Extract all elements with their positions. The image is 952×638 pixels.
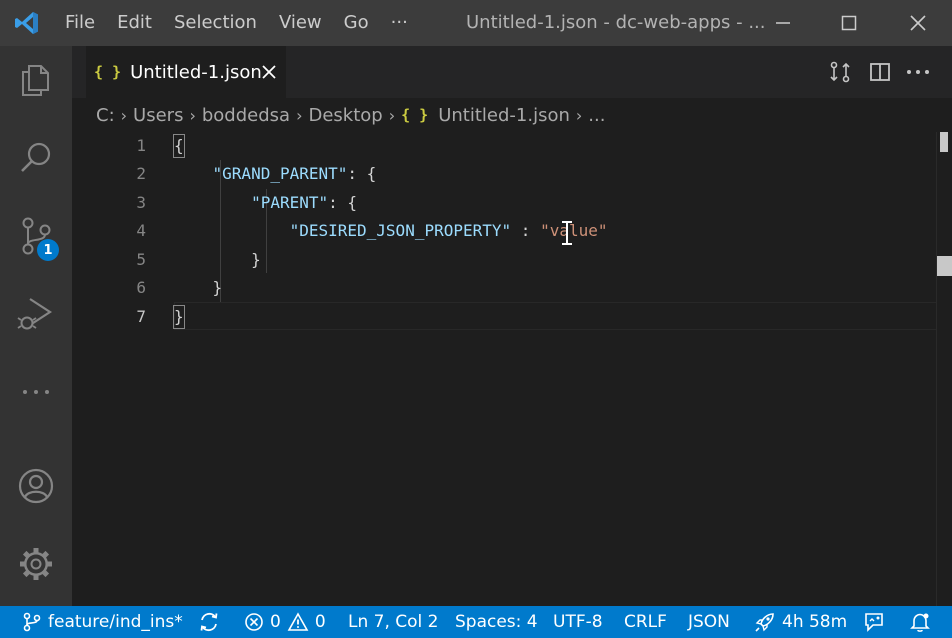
encoding[interactable]: UTF-8	[553, 606, 603, 638]
breadcrumb-file[interactable]: Untitled-1.json	[438, 105, 570, 126]
open-changes-icon[interactable]	[820, 46, 860, 98]
activity-bar: 1	[0, 46, 72, 606]
menu-go[interactable]: Go	[333, 0, 380, 46]
breadcrumb-boddedsa[interactable]: boddedsa	[202, 105, 290, 126]
line-number: 3	[136, 193, 146, 212]
scm-badge: 1	[37, 239, 59, 261]
breadcrumb-drive[interactable]: C:	[96, 105, 115, 126]
close-icon[interactable]	[895, 0, 941, 46]
git-branch-icon	[23, 612, 41, 632]
minimize-icon[interactable]	[760, 0, 806, 46]
code-editor[interactable]: 1 2 3 4 5 6 7 { "GRAND_PARENT": { "PAREN…	[72, 132, 952, 606]
vscode-logo-icon	[0, 0, 54, 46]
tab-label: Untitled-1.json	[130, 61, 262, 83]
account-icon[interactable]	[0, 454, 72, 518]
git-branch-label: feature/ind_ins*	[48, 612, 183, 632]
status-bar: feature/ind_ins* 0 0 Ln 7, Col 2 Spaces:…	[0, 606, 952, 638]
line-number: 6	[136, 278, 146, 297]
menu-file[interactable]: File	[54, 0, 106, 46]
chevron-right-icon: ›	[388, 105, 396, 125]
line-number-active: 7	[136, 307, 146, 326]
notifications-bell-icon[interactable]	[909, 606, 937, 638]
language-mode[interactable]: JSON	[688, 606, 730, 638]
tab-close-icon[interactable]	[258, 61, 280, 83]
sync-icon[interactable]	[198, 606, 226, 638]
error-icon	[245, 613, 263, 631]
line-number: 5	[136, 250, 146, 269]
error-count: 0	[270, 612, 281, 632]
scrollbar-thumb[interactable]	[940, 132, 948, 152]
window-title: Untitled-1.json - dc-web-apps - ...	[466, 12, 766, 33]
chevron-right-icon: ›	[575, 105, 583, 125]
cursor-position-marker	[937, 256, 952, 276]
code-line: }	[251, 250, 261, 269]
rocket-icon	[755, 613, 774, 632]
more-actions-icon[interactable]	[898, 46, 938, 98]
menu-edit[interactable]: Edit	[106, 0, 163, 46]
menu-selection[interactable]: Selection	[163, 0, 268, 46]
breadcrumb-symbols[interactable]: ...	[588, 105, 605, 126]
timer-label: 4h 58m	[782, 612, 848, 632]
tab-untitled-1-json[interactable]: { } Untitled-1.json	[86, 46, 286, 98]
json-file-icon: { }	[401, 106, 429, 124]
vertical-scrollbar[interactable]	[936, 132, 952, 606]
more-icon[interactable]	[0, 360, 72, 424]
text-cursor-icon	[560, 220, 574, 246]
indentation[interactable]: Spaces: 4	[455, 606, 538, 638]
maximize-icon[interactable]	[826, 0, 872, 46]
current-line-highlight	[174, 302, 950, 330]
end-of-line[interactable]: CRLF	[624, 606, 667, 638]
git-branch-item[interactable]: feature/ind_ins*	[22, 606, 183, 638]
cursor-position[interactable]: Ln 7, Col 2	[348, 606, 439, 638]
menu-view[interactable]: View	[268, 0, 333, 46]
json-file-icon: { }	[94, 63, 122, 81]
settings-gear-icon[interactable]	[0, 532, 72, 596]
feedback-icon[interactable]	[863, 606, 891, 638]
warning-count: 0	[314, 612, 326, 632]
chevron-right-icon: ›	[296, 105, 303, 125]
chevron-right-icon: ›	[120, 105, 128, 125]
source-control-icon[interactable]	[0, 204, 72, 268]
warning-icon	[287, 612, 309, 631]
chevron-right-icon: ›	[189, 105, 196, 125]
breadcrumb: C: › Users › boddedsa › Desktop › { } Un…	[96, 98, 605, 132]
split-editor-icon[interactable]	[860, 46, 900, 98]
line-number: 1	[136, 136, 146, 155]
line-number: 4	[136, 221, 146, 240]
search-icon[interactable]	[0, 126, 72, 190]
code-line: "PARENT": {	[251, 193, 358, 212]
breadcrumb-users[interactable]: Users	[133, 105, 183, 126]
code-line: }	[212, 278, 223, 297]
line-number: 2	[136, 164, 146, 183]
bracket-match-highlight	[173, 305, 185, 329]
breadcrumb-desktop[interactable]: Desktop	[308, 105, 382, 126]
code-line: "GRAND_PARENT": {	[212, 164, 377, 183]
problems-item[interactable]: 0 0	[244, 606, 326, 638]
timer-item[interactable]: 4h 58m	[754, 606, 847, 638]
explorer-icon[interactable]	[0, 48, 72, 112]
menu-bar: File Edit Selection View Go ···	[54, 0, 419, 46]
run-debug-icon[interactable]	[0, 282, 72, 346]
menu-more[interactable]: ···	[380, 0, 419, 46]
bracket-match-highlight	[173, 134, 185, 158]
title-bar: File Edit Selection View Go ··· Untitled…	[0, 0, 952, 46]
code-line: "DESIRED_JSON_PROPERTY" : "value"	[289, 221, 608, 240]
tab-bar: { } Untitled-1.json	[72, 46, 952, 98]
